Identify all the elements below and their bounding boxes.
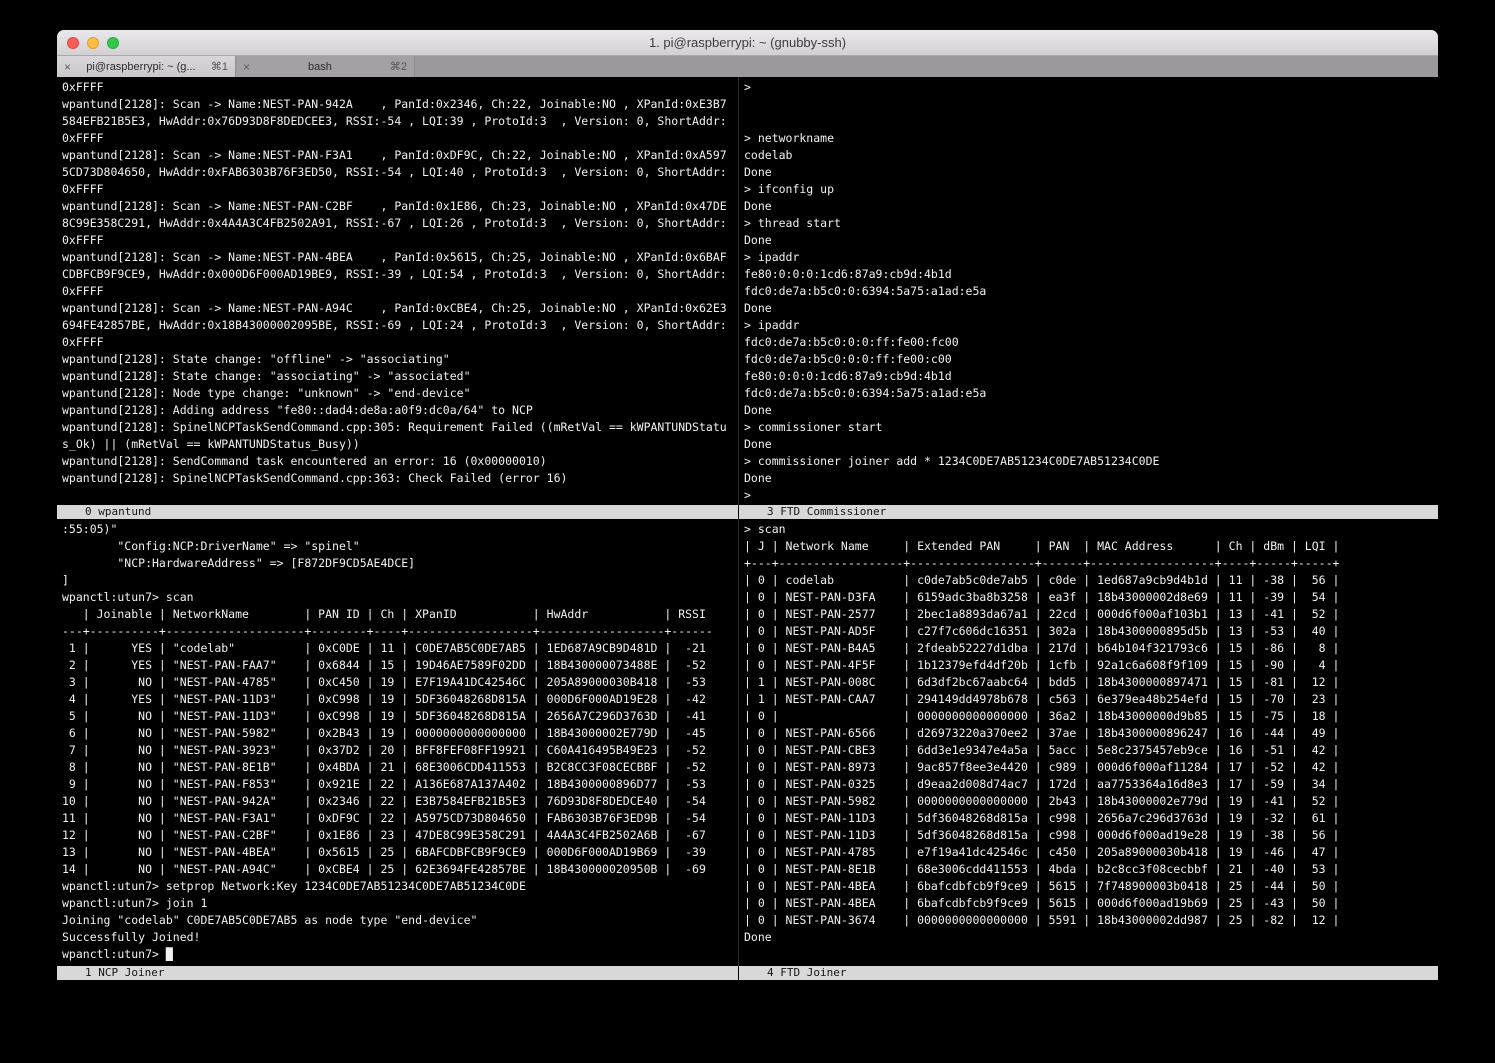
minimize-window-button[interactable]: [87, 37, 99, 49]
pane-ftd-commissioner[interactable]: > > networkname codelab Done > ifconfig …: [739, 77, 1438, 505]
pane-ftd-commissioner-text: > > networkname codelab Done > ifconfig …: [739, 77, 1438, 504]
pane-status-row-bottom: 1 NCP Joiner 4 FTD Joiner: [57, 966, 1438, 980]
tab-label: bash: [254, 61, 386, 73]
pane-title-ftd-joiner: 4 FTD Joiner: [739, 966, 1438, 980]
window-titlebar[interactable]: 1. pi@raspberrypi: ~ (gnubby-ssh): [57, 30, 1438, 56]
window-title: 1. pi@raspberrypi: ~ (gnubby-ssh): [57, 35, 1438, 50]
tab-label: pi@raspberrypi: ~ (g...: [75, 61, 207, 73]
tab-shortcut: ⌘1: [211, 60, 228, 73]
pane-title-ncp-joiner: 1 NCP Joiner: [57, 966, 738, 980]
pane-title-ftd-commissioner: 3 FTD Commissioner: [739, 505, 1438, 519]
tab-bar-filler: [415, 56, 1438, 77]
tab-close-icon[interactable]: ×: [64, 61, 71, 73]
pane-wpantund[interactable]: 0xFFFF wpantund[2128]: Scan -> Name:NEST…: [57, 77, 738, 505]
terminal-window: 1. pi@raspberrypi: ~ (gnubby-ssh) × pi@r…: [57, 30, 1438, 1035]
tab-shortcut: ⌘2: [390, 60, 407, 73]
tab-ssh-session[interactable]: × pi@raspberrypi: ~ (g... ⌘1: [57, 56, 236, 77]
close-window-button[interactable]: [67, 37, 79, 49]
pane-title-wpantund: 0 wpantund: [57, 505, 738, 519]
pane-ncp-joiner-text: :55:05)" "Config:NCP:DriverName" => "spi…: [57, 519, 738, 963]
pane-ftd-joiner[interactable]: > scan | J | Network Name | Extended PAN…: [739, 519, 1438, 966]
pane-ftd-joiner-text: > scan | J | Network Name | Extended PAN…: [739, 519, 1438, 946]
pane-status-row-top: 0 wpantund 3 FTD Commissioner: [57, 505, 1438, 519]
zoom-window-button[interactable]: [107, 37, 119, 49]
pane-ncp-joiner[interactable]: :55:05)" "Config:NCP:DriverName" => "spi…: [57, 519, 738, 966]
terminal-area: 0xFFFF wpantund[2128]: Scan -> Name:NEST…: [57, 77, 1438, 1035]
tab-bash[interactable]: × bash ⌘2: [236, 56, 415, 77]
traffic-lights: [67, 37, 119, 49]
pane-wpantund-text: 0xFFFF wpantund[2128]: Scan -> Name:NEST…: [57, 77, 738, 487]
tab-close-icon[interactable]: ×: [243, 61, 250, 73]
tab-bar: × pi@raspberrypi: ~ (g... ⌘1 × bash ⌘2: [57, 56, 1438, 77]
